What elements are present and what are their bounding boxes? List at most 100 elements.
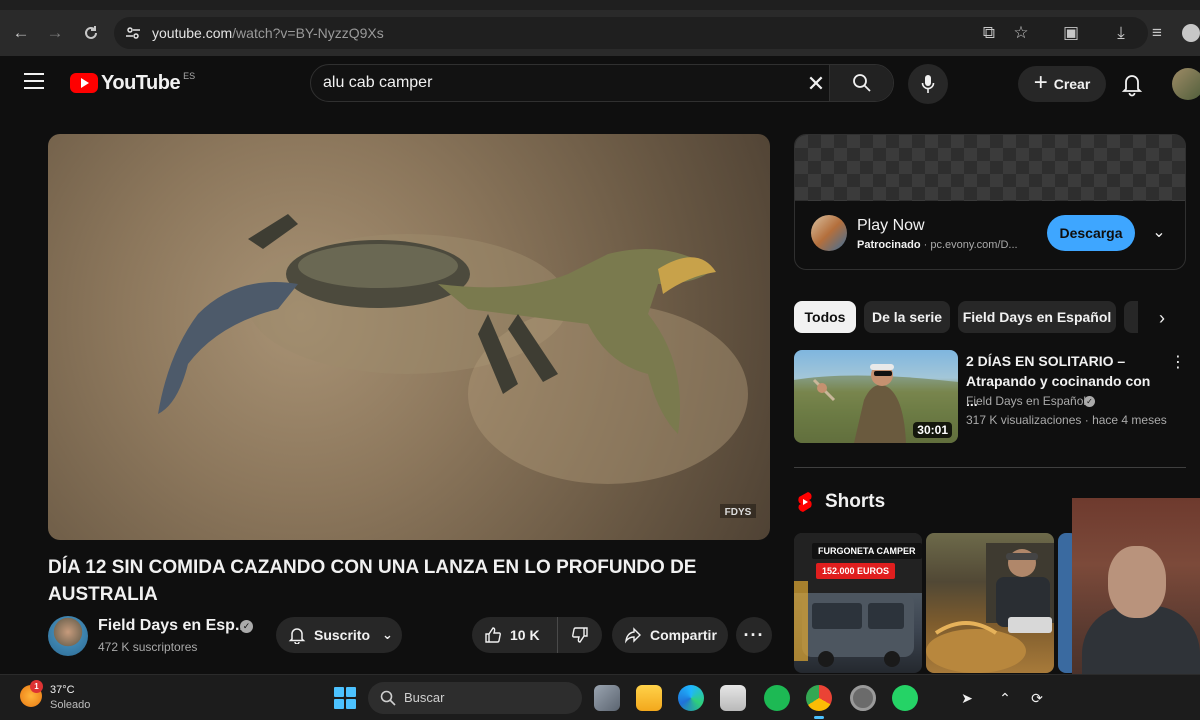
account-avatar[interactable] [1172,68,1200,100]
site-settings-icon[interactable] [120,20,146,46]
url-host: youtube.com [152,25,233,41]
notifications-bell-icon[interactable] [1118,70,1146,98]
thumbs-up-icon [485,627,501,643]
like-button[interactable]: 10 K [472,617,558,653]
microphone-icon [921,75,935,93]
plus-icon: + [1033,68,1048,96]
bell-icon [288,628,306,644]
related-video-menu-icon[interactable]: ⋮ [1170,352,1186,374]
more-actions-icon[interactable]: ··· [736,617,772,653]
related-verified-icon: ✓ [1084,396,1095,407]
weather-badge: 1 [30,680,43,693]
reload-icon[interactable] [78,20,104,46]
logo-text: YouTube [101,71,181,94]
ad-domain: · pc.evony.com/D... [923,239,1018,251]
reading-list-icon[interactable]: ≡ [1144,20,1170,46]
tray-overflow-chevron-icon[interactable]: ⌃ [994,687,1016,709]
mouse-cursor-icon: ➤ [961,690,973,706]
extensions-icon[interactable]: ▣ [1058,20,1084,46]
spotify-icon[interactable] [764,685,790,711]
related-video-channel[interactable]: Field Days en Español [966,394,1086,408]
ad-expand-chevron-icon[interactable]: ⌄ [1147,221,1171,245]
task-view-icon[interactable] [594,685,620,711]
address-bar[interactable]: youtube.com/watch?v=BY-NyzzQ9Xs ⧉ ☆ [114,17,1148,49]
related-video-thumbnail[interactable]: 30:01 [794,350,958,443]
related-video-meta: 317 K visualizaciones · hace 4 meses [966,413,1167,427]
forward-icon[interactable]: → [42,20,68,46]
windows-taskbar: 1 37°C Soleado Buscar ➤ ⌃ ⟳ [0,674,1200,720]
chip-todos[interactable]: Todos [794,301,856,333]
short-2-art [926,543,1054,673]
subscribed-label: Suscrito [314,627,371,643]
sync-icon[interactable]: ⟳ [1026,687,1048,709]
chip-partial[interactable] [1124,301,1138,333]
create-label: Crear [1053,76,1091,92]
menu-icon[interactable] [24,73,44,89]
ad-sponsored-label: Patrocinado [857,239,921,251]
browser-tab-strip [0,0,1200,10]
short-video-2[interactable] [926,533,1054,673]
browser-toolbar: ← → youtube.com/watch?v=BY-NyzzQ9Xs ⧉ ☆ … [0,10,1200,56]
share-button[interactable]: Compartir [612,617,728,653]
obs-icon[interactable] [850,685,876,711]
share-label: Compartir [650,627,717,643]
short-video-1[interactable]: FURGONETA CAMPER 152.000 EUROS [794,533,922,673]
dislike-button[interactable] [558,617,602,653]
install-app-icon[interactable]: ⧉ [976,20,1002,46]
search-input[interactable] [323,74,783,92]
country-code: ES [183,71,196,81]
video-watermark: FDYS [725,507,752,518]
taskbar-search[interactable]: Buscar [368,682,582,714]
like-count: 10 K [510,627,540,643]
ad-banner-image [795,135,1185,201]
voice-search-button[interactable] [908,64,948,104]
like-dislike-group: 10 K [472,617,602,653]
sponsored-ad-card[interactable]: Play Now Patrocinado · pc.evony.com/D...… [794,134,1186,270]
chevron-down-icon: ⌄ [382,627,393,642]
related-video-duration: 30:01 [913,422,952,438]
whatsapp-icon[interactable] [892,685,918,711]
subscribed-button[interactable]: Suscrito ⌄ [276,617,402,653]
share-icon [624,627,641,644]
channel-avatar[interactable] [48,616,88,656]
ad-app-icon [811,215,847,251]
search-box: ✕ [310,64,894,102]
back-icon[interactable]: ← [8,20,34,46]
video-player[interactable]: FDYS [48,134,770,540]
webcam-person-face [1108,546,1166,618]
taskbar-search-label: Buscar [404,690,445,705]
taskbar-search-icon [380,690,396,706]
chevron-right-icon[interactable]: › [1150,306,1174,330]
chip-field-days[interactable]: Field Days en Español [958,301,1116,333]
channel-name[interactable]: Field Days en Esp... [98,617,248,635]
download-icon[interactable]: ⤓ [1108,20,1134,46]
youtube-header: YouTube ES ✕ + Crear [0,56,1200,112]
shorts-icon [798,492,812,512]
tune-svg [126,27,140,39]
weather-description[interactable]: Soleado [50,699,90,711]
weather-temperature[interactable]: 37°C [50,684,75,696]
url-text: youtube.com/watch?v=BY-NyzzQ9Xs [152,25,384,41]
windows-start-icon[interactable] [334,687,356,709]
thumbs-down-icon [572,627,588,643]
search-icon [852,74,871,92]
shorts-heading: Shorts [825,491,886,512]
short-1-price: 152.000 EUROS [816,563,896,579]
chrome-icon[interactable] [806,685,832,719]
clear-search-icon[interactable]: ✕ [803,71,829,97]
profile-icon[interactable] [1178,20,1200,46]
chip-de-la-serie[interactable]: De la serie [864,301,950,333]
youtube-logo[interactable]: YouTube ES [70,70,195,96]
search-button[interactable] [829,65,893,101]
create-button[interactable]: + Crear [1018,66,1106,102]
subscriber-count: 472 K suscriptores [98,640,198,654]
reload-svg [85,26,97,39]
video-frame-crab: FDYS [158,214,756,518]
edge-browser-icon[interactable] [678,685,704,711]
bookmark-star-icon[interactable]: ☆ [1008,20,1034,46]
ad-download-button[interactable]: Descarga [1047,215,1135,251]
file-explorer-icon[interactable] [636,685,662,711]
url-path: /watch?v=BY-NyzzQ9Xs [232,25,384,41]
store-icon[interactable] [720,685,746,711]
bell-svg [1121,75,1143,97]
